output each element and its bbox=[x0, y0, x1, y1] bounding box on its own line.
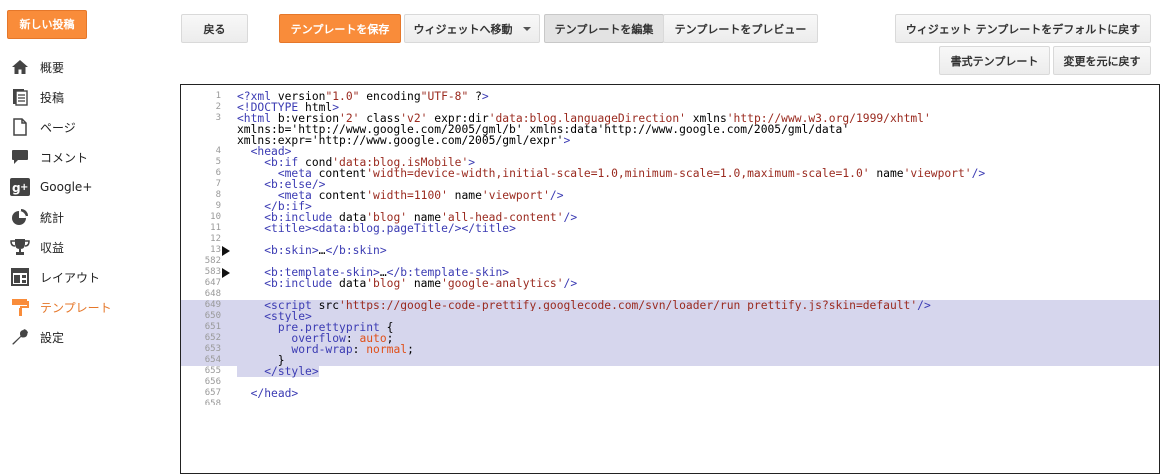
sidebar-item-overview[interactable]: 概要 bbox=[0, 52, 170, 82]
code-line[interactable]: 13 <b:skin>…</b:skin> bbox=[181, 245, 1159, 256]
code-text: <title><data:blog.pageTitle/></title> bbox=[264, 222, 516, 235]
code-line[interactable]: 8 <meta content'width=1100' name'viewpor… bbox=[181, 190, 1159, 201]
code-text: <meta content'width=device-width,initial… bbox=[277, 167, 986, 180]
line-number: 583 bbox=[204, 267, 221, 277]
fold-arrow-icon[interactable] bbox=[222, 246, 230, 256]
code-line[interactable]: 656 bbox=[181, 377, 1159, 388]
line-number: 654 bbox=[204, 355, 221, 365]
line-number: 4 bbox=[215, 146, 221, 156]
code-text: </head> bbox=[250, 387, 299, 400]
code-line[interactable]: 657 </head> bbox=[181, 388, 1159, 399]
svg-text:+: + bbox=[20, 182, 28, 193]
code-line[interactable]: 11 <title><data:blog.pageTitle/></title> bbox=[181, 223, 1159, 234]
sidebar-item-label: 収益 bbox=[40, 240, 65, 255]
line-number: 657 bbox=[204, 388, 221, 398]
code-text: </style> bbox=[237, 366, 319, 377]
format-template-button[interactable]: 書式テンプレート bbox=[939, 46, 1050, 75]
wrench-icon bbox=[10, 327, 30, 347]
line-number: 8 bbox=[215, 190, 221, 200]
sidebar-item-comments[interactable]: コメント bbox=[0, 142, 170, 172]
jump-to-widget-label: ウィジェットへ移動 bbox=[413, 22, 513, 36]
line-number: 582 bbox=[204, 256, 221, 266]
chevron-down-icon bbox=[522, 26, 531, 31]
sidebar-item-label: 設定 bbox=[40, 330, 65, 345]
line-number: 9 bbox=[215, 201, 221, 211]
line-number: 6 bbox=[215, 168, 221, 178]
sidebar-item-layout[interactable]: レイアウト bbox=[0, 262, 170, 292]
revert-widget-templates-button[interactable]: ウィジェット テンプレートをデフォルトに戻す bbox=[895, 14, 1151, 43]
sidebar-nav: 概要 投稿 ページ コメント g + Google+ 統計 収益 レイアウト テ… bbox=[0, 52, 170, 352]
sidebar-item-label: 概要 bbox=[40, 60, 65, 75]
sidebar-item-template[interactable]: テンプレート bbox=[0, 292, 170, 322]
back-button[interactable]: 戻る bbox=[181, 14, 248, 43]
line-number: 5 bbox=[215, 157, 221, 167]
line-number: 649 bbox=[204, 300, 221, 310]
code-line[interactable]: 655 </style> bbox=[181, 366, 1159, 377]
sidebar-item-earnings[interactable]: 収益 bbox=[0, 232, 170, 262]
code-line[interactable]: 658 bbox=[181, 399, 1159, 405]
line-number: 651 bbox=[204, 322, 221, 332]
code-text: <script src'https://google-code-prettify… bbox=[264, 299, 931, 312]
undo-changes-button[interactable]: 変更を元に戻す bbox=[1053, 46, 1151, 75]
code-line[interactable]: xmlns:expr='http://www.google.com/2005/g… bbox=[181, 135, 1159, 146]
line-number: 13 bbox=[210, 245, 221, 255]
code-line[interactable]: 654 } bbox=[181, 355, 1159, 366]
code-editor[interactable]: 1 <?xml version"1.0" encoding"UTF-8" ?> 2 <… bbox=[180, 84, 1160, 474]
sidebar-item-posts[interactable]: 投稿 bbox=[0, 82, 170, 112]
line-number: 2 bbox=[215, 102, 221, 112]
sidebar-item-label: Google+ bbox=[40, 180, 93, 194]
template-icon bbox=[10, 297, 30, 317]
jump-to-widget-dropdown[interactable]: ウィジェットへ移動 bbox=[404, 14, 540, 43]
line-number: 3 bbox=[215, 113, 221, 123]
posts-icon bbox=[10, 87, 30, 107]
sidebar-item-label: コメント bbox=[40, 150, 89, 165]
code-line[interactable]: 647 <b:include data'blog' name'google-an… bbox=[181, 278, 1159, 289]
trophy-icon bbox=[10, 237, 30, 257]
sidebar-item-settings[interactable]: 設定 bbox=[0, 322, 170, 352]
save-template-button[interactable]: テンプレートを保存 bbox=[279, 14, 401, 43]
home-icon bbox=[10, 57, 30, 77]
sidebar-item-google-plus[interactable]: g + Google+ bbox=[0, 172, 170, 202]
line-number: 10 bbox=[210, 212, 221, 222]
sidebar-item-label: ページ bbox=[40, 120, 76, 135]
sidebar-item-label: テンプレート bbox=[40, 300, 112, 315]
line-number: 12 bbox=[210, 234, 221, 244]
stats-icon bbox=[10, 207, 30, 227]
code-line[interactable]: 6 <meta content'width=device-width,initi… bbox=[181, 168, 1159, 179]
line-number: 648 bbox=[204, 289, 221, 299]
layout-icon bbox=[10, 267, 30, 287]
sidebar-item-stats[interactable]: 統計 bbox=[0, 202, 170, 232]
google-plus-icon: g + bbox=[10, 177, 30, 197]
sidebar-item-label: 統計 bbox=[40, 210, 65, 225]
line-number: 655 bbox=[204, 366, 221, 376]
line-number: 653 bbox=[204, 344, 221, 354]
edit-template-button[interactable]: テンプレートを編集 bbox=[544, 14, 664, 43]
sidebar-item-label: 投稿 bbox=[40, 90, 65, 105]
code-line[interactable]: 653 word-wrap: normal; bbox=[181, 344, 1159, 355]
code-line[interactable]: 649 <script src'https://google-code-pret… bbox=[181, 300, 1159, 311]
fold-arrow-icon[interactable] bbox=[222, 268, 230, 278]
line-number: 7 bbox=[215, 179, 221, 189]
sidebar-item-label: レイアウト bbox=[40, 270, 101, 285]
line-number: 656 bbox=[204, 377, 221, 387]
sidebar-item-pages[interactable]: ページ bbox=[0, 112, 170, 142]
line-number: 658 bbox=[204, 399, 221, 405]
preview-template-button[interactable]: テンプレートをプレビュー bbox=[663, 14, 818, 43]
line-number: 647 bbox=[204, 278, 221, 288]
line-number: 652 bbox=[204, 333, 221, 343]
pages-icon bbox=[10, 117, 30, 137]
code-text: <b:include data'blog' name'google-analyt… bbox=[264, 277, 578, 290]
comment-icon bbox=[10, 147, 30, 167]
code-text: <b:skin>…</b:skin> bbox=[264, 244, 387, 257]
line-number: 1 bbox=[215, 91, 221, 101]
line-number: 11 bbox=[210, 223, 221, 233]
line-number: 650 bbox=[204, 311, 221, 321]
new-post-button[interactable]: 新しい投稿 bbox=[7, 10, 87, 39]
